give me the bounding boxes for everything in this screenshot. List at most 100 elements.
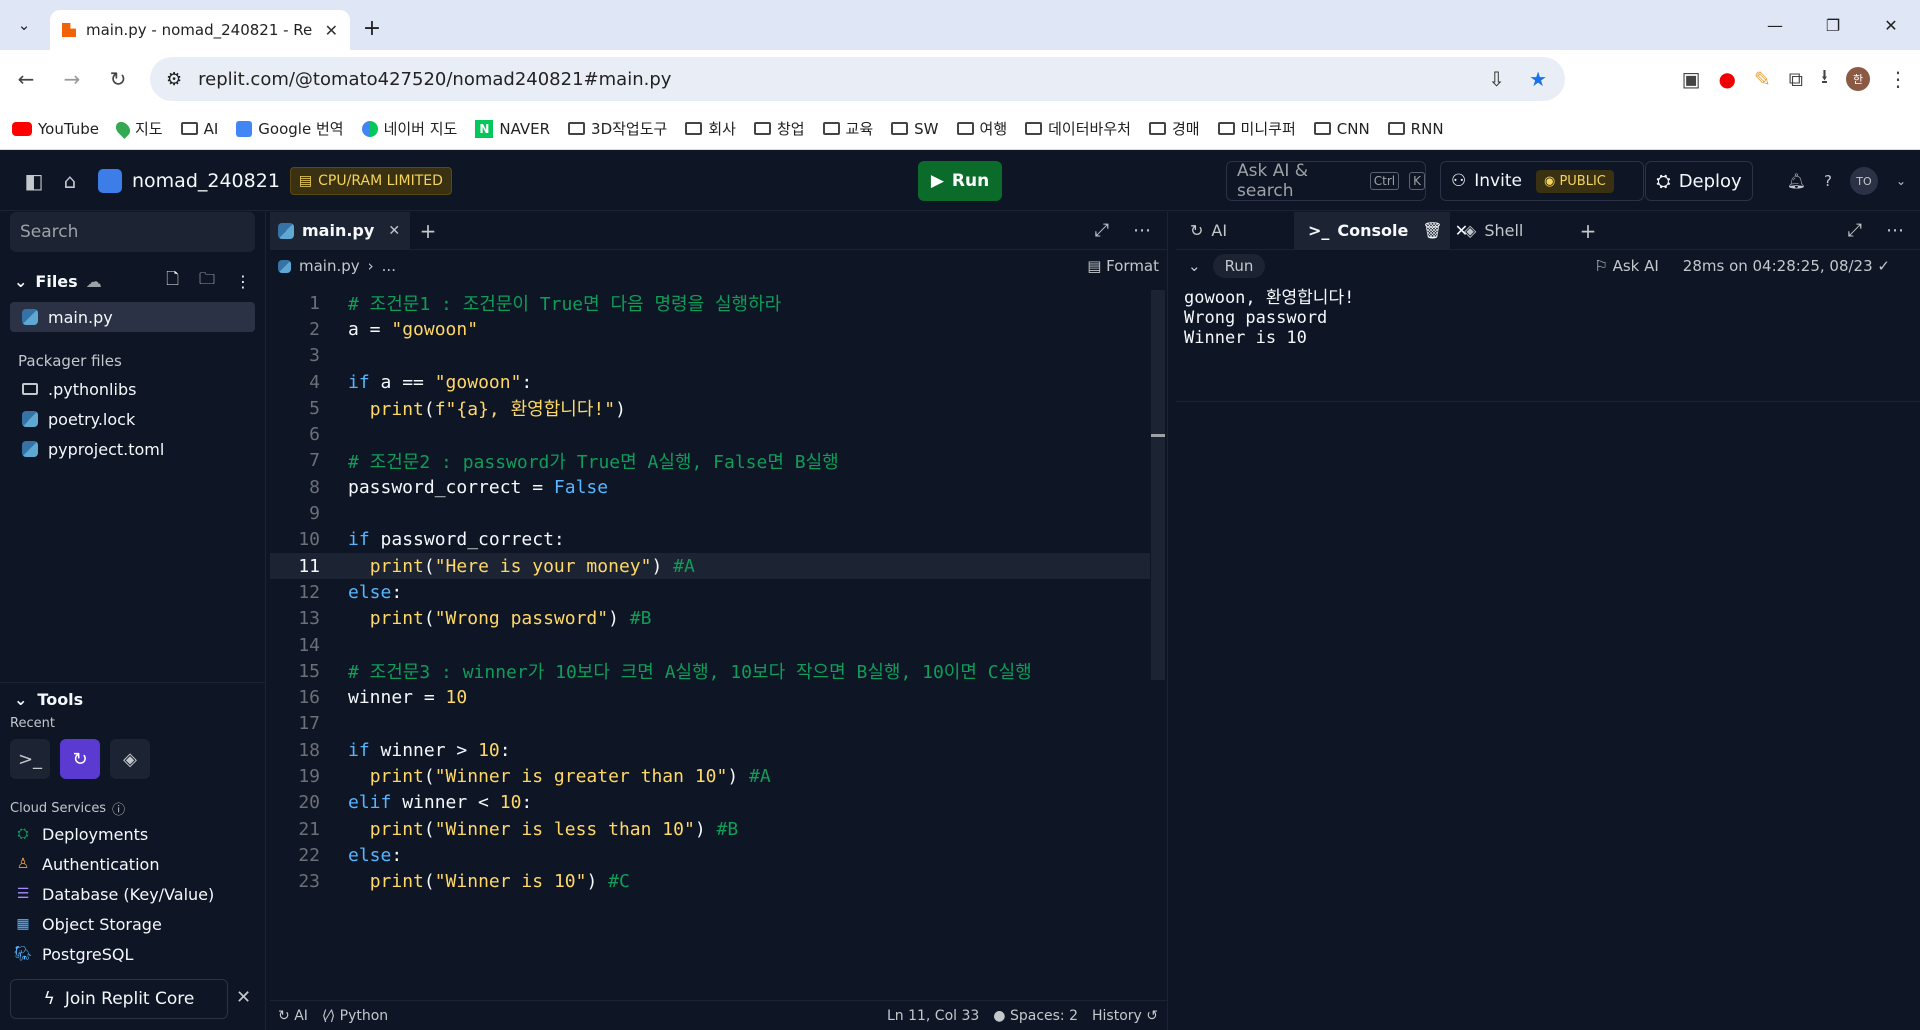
code-line[interactable]: 20 elif winner < 10: <box>270 790 1150 816</box>
install-app-icon[interactable]: ⇩ <box>1488 67 1505 91</box>
bookmark-folder[interactable]: CNN <box>1313 120 1370 138</box>
code-line[interactable]: 16 winner = 10 <box>270 684 1150 710</box>
public-badge[interactable]: ◉ PUBLIC <box>1535 169 1614 193</box>
chevron-down-icon[interactable]: ⌄ <box>1896 174 1906 188</box>
home-icon[interactable]: ⌂ <box>52 163 88 199</box>
chevron-down-icon[interactable]: ⌄ <box>1188 257 1201 275</box>
bookmark-folder[interactable]: 미니쿠퍼 <box>1217 118 1296 139</box>
file-poetry-lock[interactable]: poetry.lock <box>0 404 265 434</box>
code-line[interactable]: 22 else: <box>270 842 1150 868</box>
cursor-position[interactable]: Ln 11, Col 33 <box>887 1008 979 1024</box>
service-postgresql[interactable]: 🐘︎ PostgreSQL <box>0 939 266 969</box>
code-line[interactable]: 7 # 조건문2 : password가 True면 A실행, False면 B실… <box>270 448 1150 474</box>
code-line[interactable]: 21 print("Winner is less than 10") #B <box>270 816 1150 842</box>
code-line[interactable]: 23 print("Winner is 10") #C <box>270 869 1150 895</box>
close-tab-icon[interactable]: ✕ <box>325 21 338 40</box>
tab-search-dropdown[interactable]: ⌄ <box>0 0 48 50</box>
add-tab-icon[interactable]: + <box>1568 219 1608 243</box>
ask-ai-search[interactable]: Ask AI & search Ctrl K <box>1226 161 1426 201</box>
tab-main-py[interactable]: main.py ✕ <box>270 211 411 250</box>
cpu-limited-badge[interactable]: ▤ CPU/RAM LIMITED <box>289 166 452 195</box>
service-deployments[interactable]: ⛭ Deployments <box>0 819 266 849</box>
shell-tool-icon[interactable]: ◈ <box>110 739 150 779</box>
user-avatar[interactable]: TO <box>1849 167 1878 195</box>
bookmark-folder[interactable]: 경매 <box>1148 118 1200 139</box>
code-line[interactable]: 11 print("Here is your money") #A <box>270 552 1150 580</box>
sidebar-search-input[interactable]: Search <box>10 212 255 252</box>
browser-menu-icon[interactable]: ⋮ <box>1888 67 1908 91</box>
code-line[interactable]: 15 # 조건문3 : winner가 10보다 크면 A실행, 10보다 작으면… <box>270 658 1150 684</box>
bookmark-folder[interactable]: RNN <box>1387 120 1444 138</box>
url-text[interactable]: replit.com/@tomato427520/nomad240821#mai… <box>198 69 1472 90</box>
ai-status[interactable]: ↻ AI <box>278 1008 308 1024</box>
code-line[interactable]: 14 <box>270 632 1150 658</box>
repl-name[interactable]: nomad_240821 <box>132 170 280 192</box>
site-settings-icon[interactable]: ⚙ <box>166 69 182 90</box>
code-line[interactable]: 4 if a == "gowoon": <box>270 369 1150 395</box>
code-line[interactable]: 3 <box>270 343 1150 369</box>
editor-scrollbar[interactable] <box>1151 290 1165 680</box>
code-line[interactable]: 18 if winner > 10: <box>270 737 1150 763</box>
ai-tool-icon[interactable]: ↻ <box>60 739 100 779</box>
close-window-icon[interactable]: ✕ <box>1862 0 1920 50</box>
code-line[interactable]: 6 <box>270 421 1150 447</box>
bookmark-naver-map[interactable]: 네이버 지도 <box>361 118 457 139</box>
history-button[interactable]: History ↺ <box>1092 1008 1158 1024</box>
code-line[interactable]: 10 if password_correct: <box>270 527 1150 553</box>
code-line[interactable]: 13 print("Wrong password") #B <box>270 606 1150 632</box>
new-file-icon[interactable]: 🗋︎ <box>166 268 179 295</box>
tab-shell[interactable]: ◈ Shell <box>1450 212 1568 250</box>
minimize-icon[interactable]: — <box>1746 0 1804 50</box>
tab-console[interactable]: >_ Console 🗑︎ ✕ <box>1294 211 1468 250</box>
code-line[interactable]: 5 print(f"{a}, 환영합니다!") <box>270 395 1150 421</box>
console-tool-icon[interactable]: >_ <box>10 739 50 779</box>
code-area[interactable]: 1 # 조건문1 : 조건문이 True면 다음 명령을 실행하라 2 a = "go… <box>270 290 1150 895</box>
opera-icon[interactable]: ● <box>1719 67 1736 91</box>
info-icon[interactable]: ⓘ <box>112 799 125 818</box>
bookmark-folder[interactable]: 여행 <box>956 118 1007 139</box>
bookmark-folder[interactable]: 데이터바우처 <box>1025 118 1131 139</box>
maximize-icon[interactable]: ⤢ <box>1095 220 1109 241</box>
tools-header[interactable]: ⌄ Tools <box>0 682 266 712</box>
console-output[interactable]: gowoon, 환영합니다! Wrong password Winner is … <box>1176 282 1920 402</box>
bell-icon[interactable]: 🔔︎ <box>1787 172 1806 190</box>
back-icon[interactable]: ← <box>6 59 46 99</box>
ask-ai-button[interactable]: ⚐ Ask AI <box>1594 257 1658 275</box>
bookmark-naver[interactable]: N NAVER <box>475 119 550 138</box>
file-pyproject-toml[interactable]: pyproject.toml <box>0 434 265 464</box>
bookmark-folder[interactable]: SW <box>891 120 939 138</box>
sidebar-toggle-icon[interactable]: ◧ <box>16 163 52 199</box>
pencil-extension-icon[interactable]: ✎ <box>1754 67 1771 91</box>
code-line[interactable]: 19 print("Winner is greater than 10") #A <box>270 763 1150 789</box>
bookmark-google-translate[interactable]: Google 번역 <box>236 118 344 139</box>
bookmark-folder[interactable]: 창업 <box>753 118 805 139</box>
spaces-setting[interactable]: ● Spaces: 2 <box>993 1008 1078 1024</box>
invite-button[interactable]: ⚇ Invite ◉ PUBLIC <box>1440 161 1644 201</box>
more-icon[interactable]: ⋯ <box>1133 220 1151 241</box>
cast-icon[interactable]: ▣ <box>1682 67 1701 91</box>
code-line[interactable]: 8 password_correct = False <box>270 474 1150 500</box>
tab-ai[interactable]: ↻ AI <box>1176 212 1294 250</box>
service-object-storage[interactable]: ▦ Object Storage <box>0 909 266 939</box>
format-button[interactable]: ▤ Format <box>1087 257 1167 275</box>
forward-icon[interactable]: → <box>52 59 92 99</box>
maximize-icon[interactable]: ⤢ <box>1848 220 1862 241</box>
bookmark-map[interactable]: 지도 <box>113 118 163 139</box>
profile-avatar[interactable]: 한 <box>1846 67 1870 91</box>
console-run-pill[interactable]: Run <box>1212 254 1266 278</box>
more-icon[interactable]: ⋮ <box>235 272 251 291</box>
bookmark-folder[interactable]: 회사 <box>685 118 736 139</box>
reload-icon[interactable]: ↻ <box>98 59 138 99</box>
code-line[interactable]: 17 <box>270 711 1150 737</box>
puzzle-extension-icon[interactable]: ⧉ <box>1789 67 1803 91</box>
code-line[interactable]: 1 # 조건문1 : 조건문이 True면 다음 명령을 실행하라 <box>270 290 1150 316</box>
help-icon[interactable]: ? <box>1824 172 1832 190</box>
close-tab-icon[interactable]: ✕ <box>388 223 400 239</box>
code-line[interactable]: 12 else: <box>270 579 1150 605</box>
new-tab-button[interactable]: + <box>350 6 394 50</box>
join-replit-core-button[interactable]: ϟ Join Replit Core <box>10 979 228 1019</box>
service-database[interactable]: ☰ Database (Key/Value) <box>0 879 266 909</box>
file-main-py[interactable]: main.py <box>10 302 255 332</box>
trash-icon[interactable]: 🗑︎ <box>1422 221 1442 240</box>
close-icon[interactable]: ✕ <box>236 987 251 1008</box>
